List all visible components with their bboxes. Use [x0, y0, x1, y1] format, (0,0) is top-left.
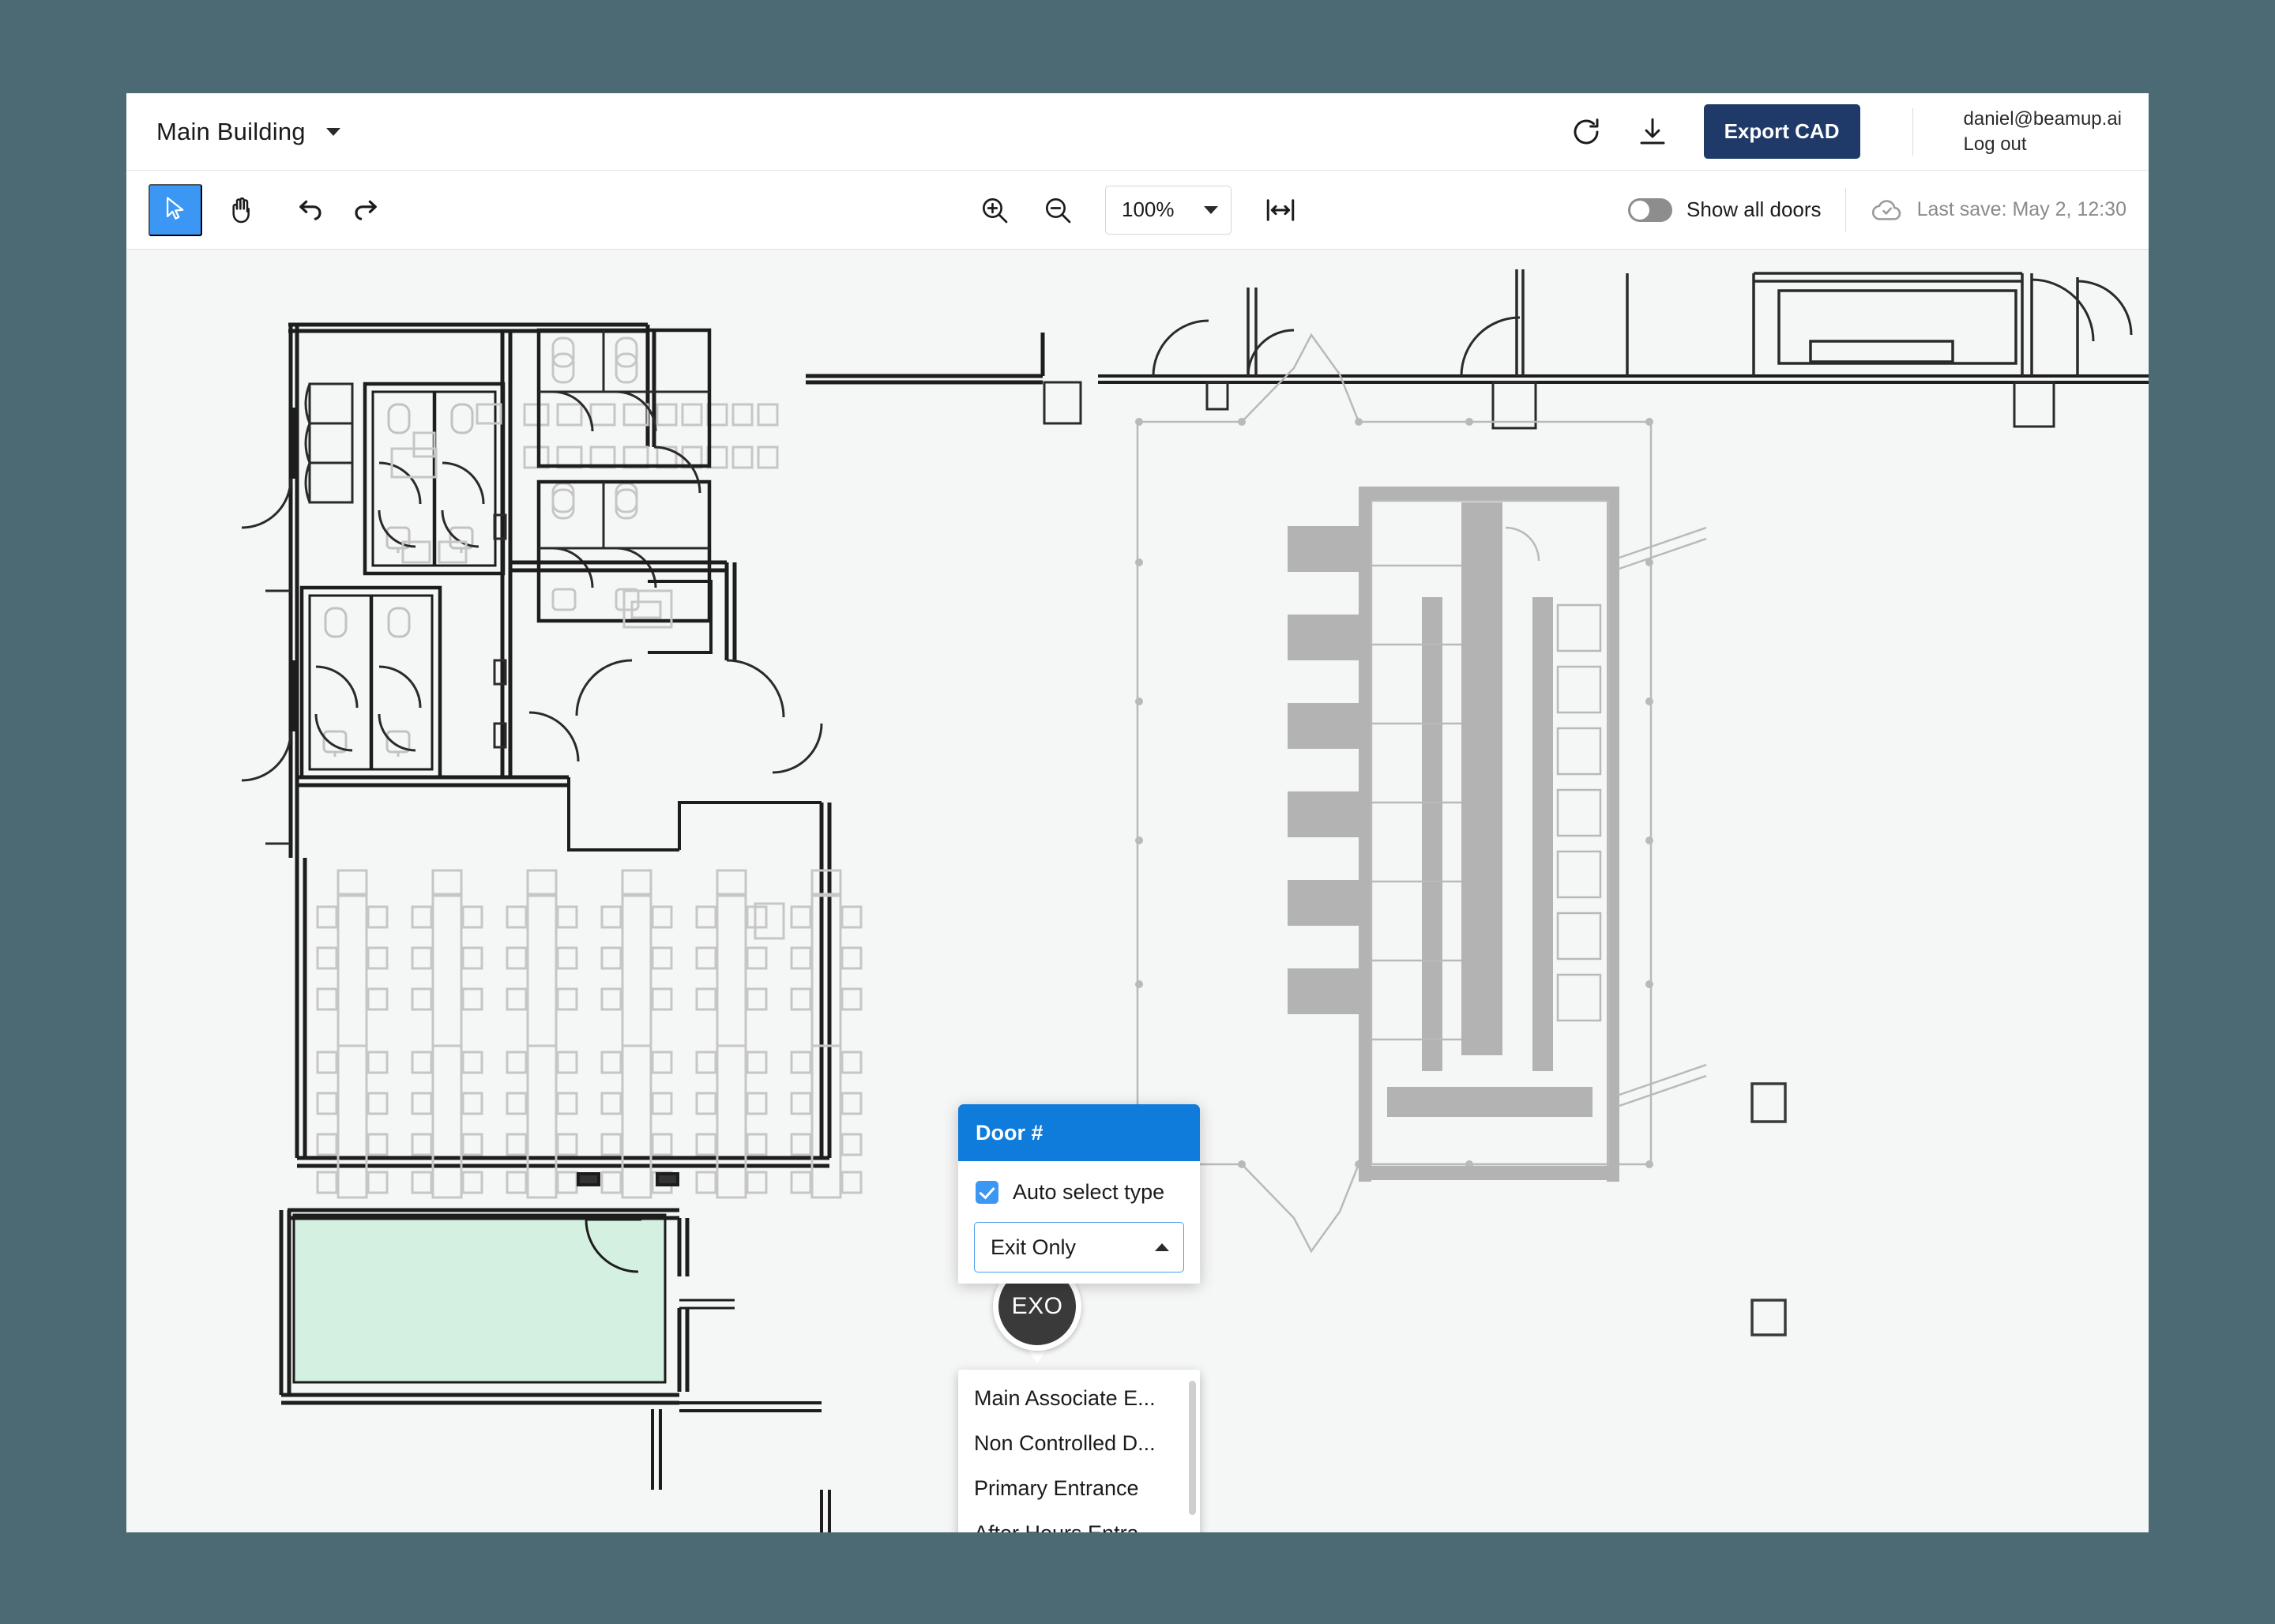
- refresh-button[interactable]: [1566, 112, 1606, 152]
- chevron-up-icon: [1155, 1243, 1169, 1251]
- highlighted-room: [292, 1213, 667, 1384]
- dropdown-option-label: Non Controlled D...: [974, 1431, 1156, 1455]
- pin-label: EXO: [1011, 1293, 1063, 1319]
- hand-icon: [232, 197, 250, 223]
- zoom-controls: 100%: [972, 185, 1303, 235]
- undo-button[interactable]: [283, 171, 338, 249]
- door-type-select[interactable]: Exit Only: [974, 1222, 1184, 1273]
- zoom-out-icon: [1046, 197, 1071, 223]
- door-type-value: Exit Only: [991, 1235, 1077, 1259]
- floorplan-canvas[interactable]: EXO Door # Auto select type Exit Only Ma…: [126, 250, 2149, 1532]
- chevron-down-icon: [1204, 205, 1218, 214]
- dropdown-option-label: Main Associate E...: [974, 1386, 1156, 1410]
- tool-group: [126, 171, 393, 249]
- door-properties-panel: Door # Auto select type Exit Only: [958, 1104, 1200, 1284]
- account-block: daniel@beamup.ai Log out: [1964, 108, 2123, 156]
- zoom-level-value: 100%: [1122, 197, 1175, 221]
- logout-link[interactable]: Log out: [1964, 133, 2123, 156]
- zoom-level-select[interactable]: 100%: [1105, 185, 1232, 235]
- dropdown-option-label: Primary Entrance: [974, 1476, 1139, 1500]
- fit-to-width-button[interactable]: [1258, 188, 1303, 232]
- save-status: Last save: May 2, 12:30: [1870, 193, 2126, 227]
- export-cad-button[interactable]: Export CAD: [1703, 104, 1860, 159]
- dropdown-option-1[interactable]: Non Controlled D...: [958, 1421, 1200, 1466]
- app-header: Main Building Export CAD daniel@beamup.a…: [126, 93, 2149, 171]
- dropdown-scrollbar[interactable]: [1189, 1381, 1196, 1515]
- zoom-in-icon: [983, 197, 1008, 223]
- dropdown-option-2[interactable]: Primary Entrance: [958, 1466, 1200, 1511]
- door-type-dropdown-list[interactable]: Main Associate E... Non Controlled D... …: [958, 1370, 1200, 1532]
- cloud-check-icon: [1871, 199, 1901, 220]
- download-button[interactable]: [1633, 112, 1672, 152]
- toolbar-divider: [1844, 187, 1846, 232]
- dropdown-option-0[interactable]: Main Associate E...: [958, 1376, 1200, 1421]
- dropdown-option-label: After Hours Entra...: [974, 1521, 1156, 1532]
- auto-select-type-row[interactable]: Auto select type: [974, 1177, 1184, 1222]
- door-panel-body: Auto select type Exit Only: [958, 1161, 1200, 1284]
- last-save-text: Last save: May 2, 12:30: [1916, 198, 2126, 220]
- chevron-down-icon: [325, 127, 340, 136]
- cursor-arrow-icon: [166, 197, 184, 220]
- download-icon: [1640, 118, 1665, 144]
- fit-to-width-icon: [1266, 198, 1295, 221]
- building-selector[interactable]: Main Building: [156, 118, 340, 146]
- floorplan-drawing: [241, 269, 2149, 1532]
- auto-select-type-checkbox[interactable]: [976, 1181, 998, 1204]
- select-tool-button[interactable]: [149, 183, 202, 236]
- dropdown-option-3[interactable]: After Hours Entra...: [958, 1511, 1200, 1532]
- account-email: daniel@beamup.ai: [1963, 107, 2123, 130]
- pallet-markers: [1750, 1082, 1787, 1336]
- refresh-icon: [1574, 118, 1599, 144]
- pan-tool-button[interactable]: [213, 171, 269, 249]
- undo-arrow-icon: [299, 200, 322, 220]
- editor-toolbar: 100% Show all doors Last save: May 2, 12…: [126, 171, 2149, 250]
- redo-arrow-icon: [355, 200, 377, 220]
- redo-button[interactable]: [338, 171, 393, 249]
- door-panel-title: Door #: [958, 1104, 1200, 1161]
- header-divider: [1912, 107, 1913, 156]
- app-window: Main Building Export CAD daniel@beamup.a…: [126, 93, 2149, 1532]
- auto-select-type-label: Auto select type: [1013, 1180, 1165, 1204]
- header-actions: Export CAD daniel@beamup.ai Log out: [1566, 104, 2122, 159]
- zoom-in-button[interactable]: [972, 188, 1017, 232]
- toolbar-right: Show all doors Last save: May 2, 12:30: [1628, 187, 2126, 232]
- show-all-doors-toggle[interactable]: [1628, 197, 1673, 222]
- show-all-doors-label: Show all doors: [1687, 197, 1822, 221]
- zoom-out-button[interactable]: [1036, 188, 1080, 232]
- page-title: Main Building: [156, 117, 306, 145]
